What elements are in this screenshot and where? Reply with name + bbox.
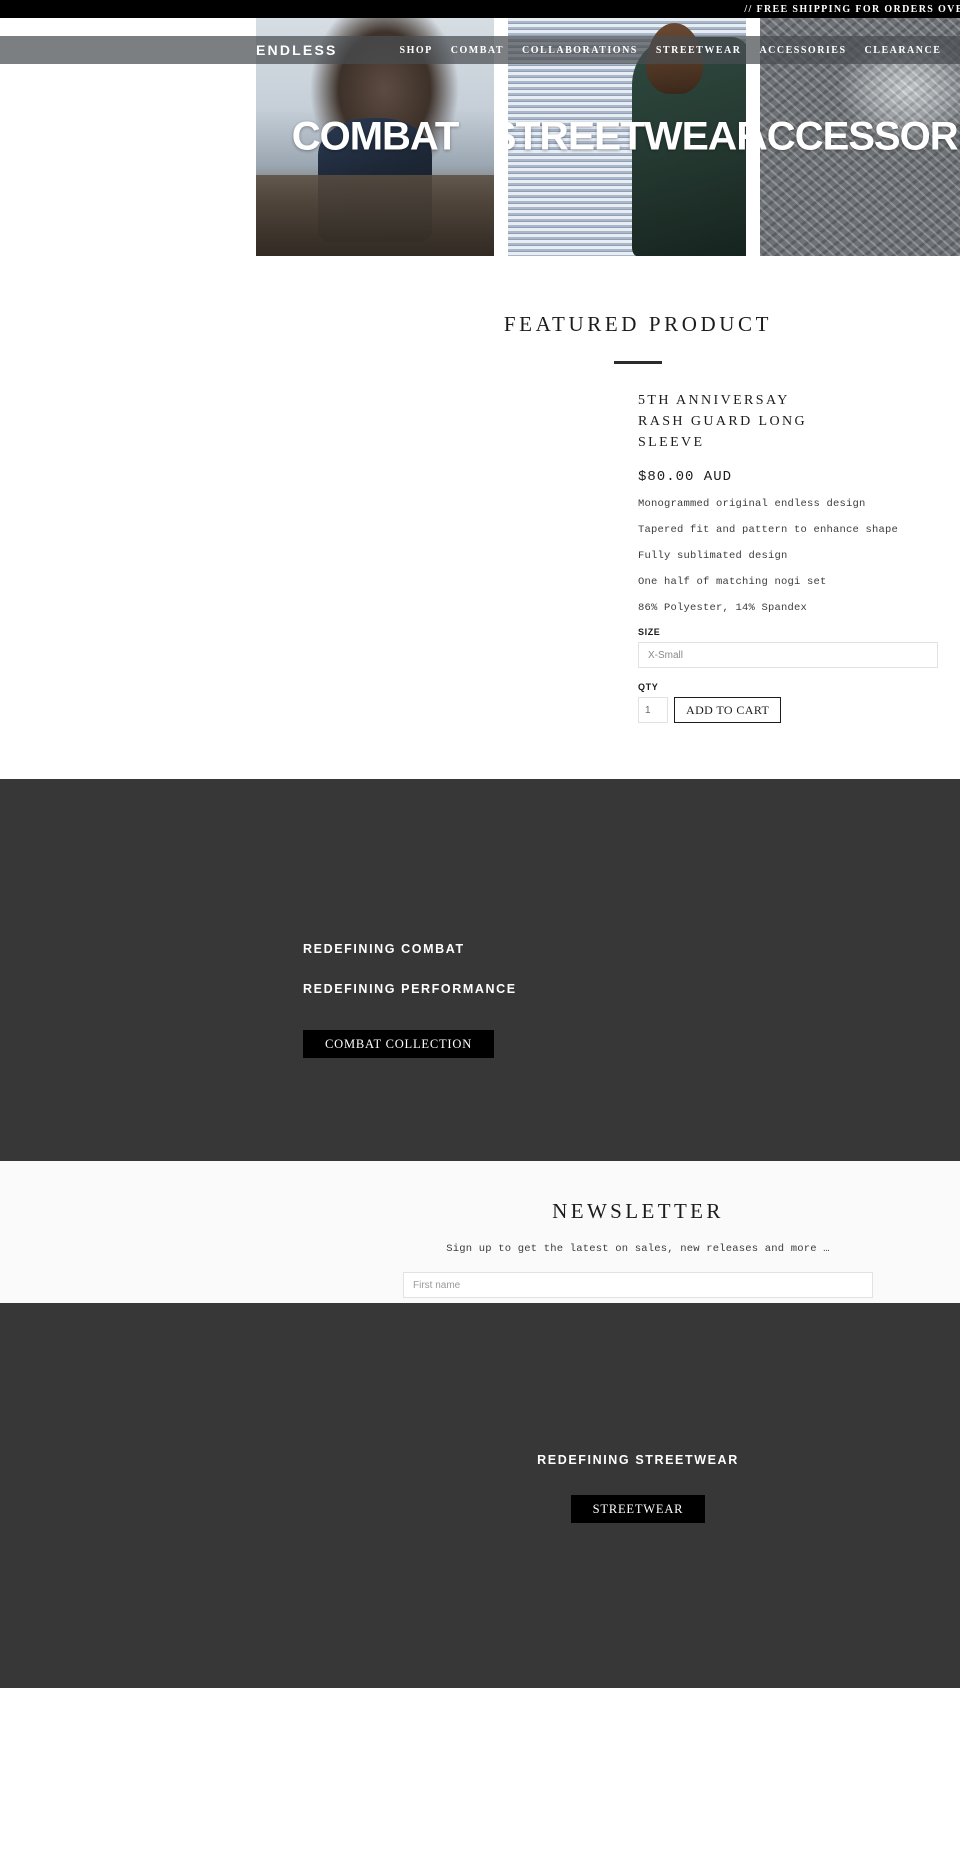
size-select[interactable]: X-Small <box>638 642 938 668</box>
nav-item-accessories[interactable]: ACCESSORIES <box>759 45 846 56</box>
newsletter-form: First name <box>158 1272 960 1298</box>
carousel-caption: STREETWEAR <box>508 114 746 159</box>
product-title: 5TH ANNIVERSAY RASH GUARD LONG SLEEVE <box>638 393 808 450</box>
promo-combat-line-1: REDEFINING COMBAT <box>303 942 465 956</box>
quantity-block: QTY 1 <box>638 682 668 723</box>
announcement-bar: // FREE SHIPPING FOR ORDERS OVER $69 // … <box>0 0 960 18</box>
description-line: Monogrammed original endless design <box>638 498 866 510</box>
site-header: ENDLESS SHOP COMBAT COLLABORATIONS STREE… <box>0 36 960 64</box>
combat-collection-button[interactable]: COMBAT COLLECTION <box>303 1030 495 1058</box>
qty-label: QTY <box>638 682 659 692</box>
promo-combat-section: REDEFINING COMBAT REDEFINING PERFORMANCE… <box>0 779 960 1161</box>
quantity-and-cart-row: QTY 1 ADD TO CART <box>638 682 960 723</box>
first-name-input[interactable]: First name <box>403 1272 873 1298</box>
description-line: 86% Polyester, 14% Spandex <box>638 602 808 614</box>
newsletter-subtitle: Sign up to get the latest on sales, new … <box>446 1243 830 1255</box>
featured-product-row: 5TH ANNIVERSAY RASH GUARD LONG SLEEVE $8… <box>0 390 960 723</box>
page-root: // FREE SHIPPING FOR ORDERS OVER $69 // … <box>0 0 960 1688</box>
promo-combat-line-2: REDEFINING PERFORMANCE <box>303 982 517 996</box>
streetwear-button[interactable]: STREETWEAR <box>570 1495 706 1523</box>
product-info: 5TH ANNIVERSAY RASH GUARD LONG SLEEVE $8… <box>638 390 960 723</box>
size-label: SIZE <box>638 627 661 637</box>
nav-item-combat[interactable]: COMBAT <box>451 45 504 56</box>
quantity-input[interactable]: 1 <box>638 697 668 723</box>
nav-item-clearance[interactable]: CLEARANCE <box>865 45 942 56</box>
promo-streetwear-line-1: REDEFINING STREETWEAR <box>537 1453 739 1467</box>
description-line: One half of matching nogi set <box>638 576 827 588</box>
nav-item-shop[interactable]: SHOP <box>400 45 433 56</box>
featured-product-section: FEATURED PRODUCT 5TH ANNIVERSAY RASH GUA… <box>0 256 960 779</box>
product-price: $80.00 AUD <box>638 469 733 485</box>
newsletter-section: NEWSLETTER Sign up to get the latest on … <box>0 1161 960 1303</box>
announcement-text: // FREE SHIPPING FOR ORDERS OVER $69 // … <box>744 3 960 15</box>
nav-item-streetwear[interactable]: STREETWEAR <box>656 45 742 56</box>
carousel-caption: ACCESSORIES <box>760 114 960 159</box>
nav-item-collaborations[interactable]: COLLABORATIONS <box>522 45 638 56</box>
description-line: Tapered fit and pattern to enhance shape <box>638 524 899 536</box>
product-description: Monogrammed original endless design Tape… <box>638 497 960 615</box>
featured-section-title: FEATURED PRODUCT <box>503 312 773 336</box>
hero-carousel[interactable]: COMBAT STREETWEAR ACCESSORIES ENDLESS SH… <box>0 18 960 256</box>
add-to-cart-button[interactable]: ADD TO CART <box>674 697 782 723</box>
newsletter-title: NEWSLETTER <box>552 1199 724 1223</box>
main-navigation: SHOP COMBAT COLLABORATIONS STREETWEAR AC… <box>400 45 942 56</box>
description-line: Fully sublimated design <box>638 550 788 562</box>
carousel-caption: COMBAT <box>291 114 460 159</box>
title-divider <box>614 361 662 364</box>
promo-streetwear-section: REDEFINING STREETWEAR STREETWEAR <box>0 1303 960 1688</box>
brand-logo[interactable]: ENDLESS <box>256 42 338 58</box>
